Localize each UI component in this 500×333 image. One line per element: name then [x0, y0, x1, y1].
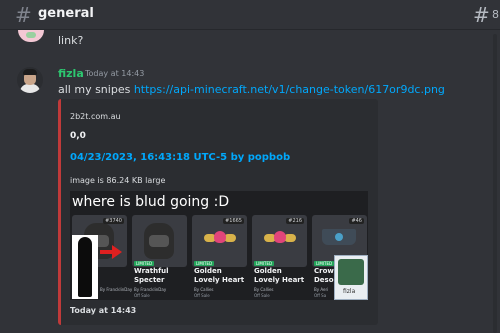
item-creator: By Aeri: [314, 287, 329, 292]
item-badge: #216: [286, 218, 304, 224]
previous-message-text: link?: [58, 34, 84, 47]
item-card: LIMITED Wrathful Specter By FrancklinDay…: [132, 215, 187, 298]
limited-tag: LIMITED: [314, 261, 335, 266]
embed-provider[interactable]: 2b2t.com.au: [70, 112, 121, 121]
scrollbar[interactable]: [493, 34, 497, 333]
avatar[interactable]: [17, 67, 43, 93]
item-sale-status: Off Sale: [254, 293, 270, 298]
item-badge: #46: [349, 218, 364, 224]
limited-tag: LIMITED: [254, 261, 275, 266]
embed-description: image is 86.24 KB large: [70, 176, 166, 185]
walking-figure-icon: [72, 235, 98, 299]
hashtag-icon: #: [15, 3, 32, 27]
message-timestamp: Today at 14:43: [85, 69, 145, 78]
embed-image[interactable]: #3740 LIMITED By FrancklinDay LIMITED Wr…: [70, 191, 368, 300]
red-arrow-icon: [100, 245, 122, 259]
item-creator: By FrancklinDay: [100, 287, 133, 292]
link-embed: 2b2t.com.au 0,0 04/23/2023, 16:43:18 UTC…: [58, 99, 378, 325]
item-creator: By FrancklinDay: [134, 287, 167, 292]
item-sale-status: Off Sale: [194, 293, 210, 298]
item-name: Golden Lovely Heart: [194, 267, 245, 284]
channel-name: general: [38, 6, 94, 21]
item-creator: By Callies: [194, 287, 214, 292]
previous-user-avatar[interactable]: [18, 30, 44, 42]
message-text-prefix: all my snipes: [58, 83, 134, 96]
profile-sticker: fizla: [334, 255, 368, 300]
message-text: all my snipes https://api-minecraft.net/…: [58, 83, 445, 96]
item-card: #216 LIMITED Golden Lovely Heart By Call…: [252, 215, 307, 298]
item-badge: #3740: [103, 218, 124, 224]
threads-icon[interactable]: #: [473, 3, 490, 27]
username[interactable]: fizla: [58, 67, 84, 80]
image-caption: where is blud going :D: [72, 194, 230, 210]
embed-footer: Today at 14:43: [70, 306, 137, 315]
item-badge: #1665: [223, 218, 244, 224]
channel-header: # general # 8: [0, 0, 500, 30]
embed-author[interactable]: 04/23/2023, 16:43:18 UTC-5 by popbob: [70, 152, 290, 163]
item-creator: By Callies: [254, 287, 274, 292]
member-count: 8: [492, 8, 499, 21]
embed-title: 0,0: [70, 131, 86, 141]
item-name: Wrathful Specter: [134, 267, 169, 284]
limited-tag: LIMITED: [134, 261, 155, 266]
item-name: Golden Lovely Heart: [254, 267, 305, 284]
item-sale-status: Off Sale: [134, 293, 150, 298]
item-sale-status: Off Sa: [314, 293, 327, 298]
item-card: #1665 LIMITED Golden Lovely Heart By Cal…: [192, 215, 247, 298]
message-link[interactable]: https://api-minecraft.net/v1/change-toke…: [134, 83, 445, 96]
limited-tag: LIMITED: [194, 261, 215, 266]
sticker-label: fizla: [343, 288, 356, 295]
